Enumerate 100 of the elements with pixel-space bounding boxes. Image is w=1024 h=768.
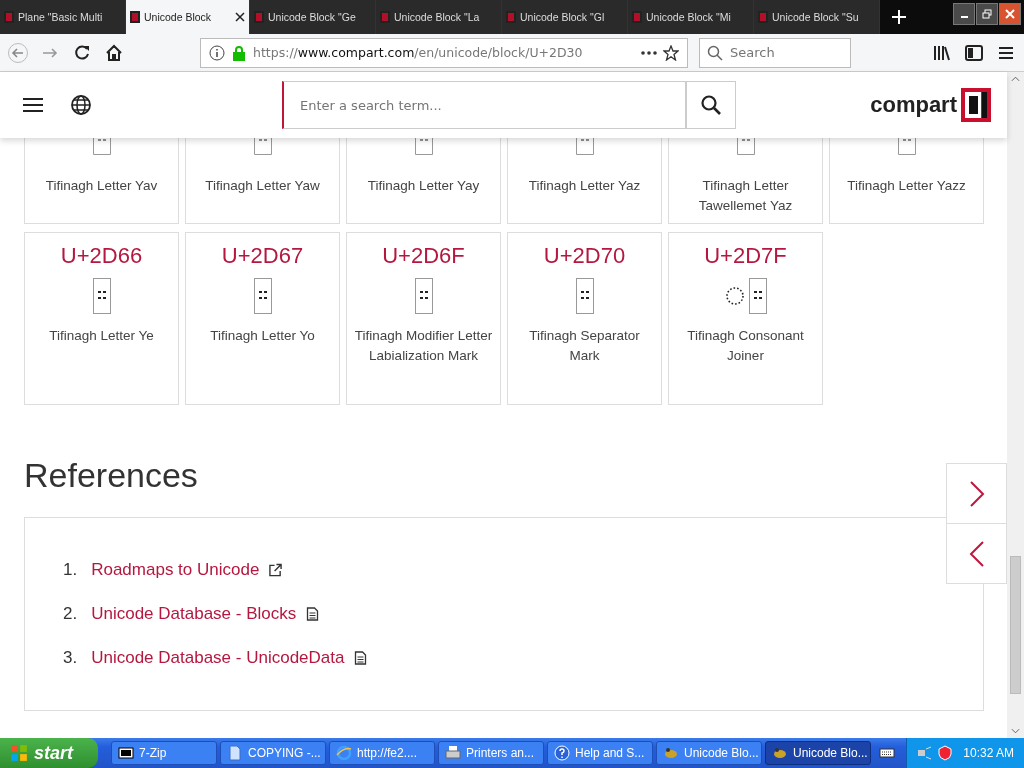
external-link-icon bbox=[269, 563, 283, 577]
document-icon bbox=[306, 607, 320, 621]
browser-tab[interactable]: Unicode Block "Ge bbox=[250, 0, 376, 34]
restore-button[interactable] bbox=[976, 3, 998, 25]
favicon-icon bbox=[130, 11, 140, 23]
character-name: Tifinagh Letter Yav bbox=[44, 177, 159, 195]
character-card[interactable]: Tifinagh Letter Yaw bbox=[185, 138, 340, 224]
character-card[interactable]: Tifinagh Letter Yazz bbox=[829, 138, 984, 224]
missing-glyph-icon bbox=[748, 278, 767, 314]
taskbar-button[interactable]: Unicode Blo... bbox=[656, 741, 762, 765]
favicon-icon bbox=[380, 11, 390, 23]
section-heading: References bbox=[24, 455, 198, 495]
plus-icon[interactable] bbox=[892, 10, 906, 24]
character-card[interactable]: U+2D67 Tifinagh Letter Yo bbox=[185, 232, 340, 405]
favicon-icon bbox=[758, 11, 768, 23]
scroll-thumb[interactable] bbox=[1010, 556, 1021, 694]
code-point: U+2D6F bbox=[382, 243, 465, 269]
character-name: Tifinagh Separator Mark bbox=[528, 327, 641, 365]
sidebar-icon[interactable] bbox=[964, 42, 984, 63]
back-icon[interactable] bbox=[8, 42, 28, 63]
app-icon bbox=[772, 745, 788, 761]
character-card[interactable]: Tifinagh Letter Yaz bbox=[507, 138, 662, 224]
list-number: 2. bbox=[63, 603, 78, 625]
minimize-icon bbox=[960, 16, 968, 18]
missing-glyph-icon bbox=[575, 138, 594, 155]
character-card[interactable]: U+2D7F Tifinagh Consonant Joiner bbox=[668, 232, 823, 405]
taskbar-button[interactable]: Printers an... bbox=[438, 741, 544, 765]
browser-tab[interactable]: Unicode Block "Su bbox=[754, 0, 880, 34]
address-bar[interactable]: https://www.compart.com/en/unicode/block/U+2D30 bbox=[200, 37, 688, 68]
info-icon[interactable] bbox=[209, 44, 225, 61]
reference-link[interactable]: Unicode Database - Blocks bbox=[91, 602, 297, 626]
close-icon bbox=[1005, 9, 1015, 19]
browser-tab[interactable]: Unicode Block "La bbox=[376, 0, 502, 34]
missing-glyph-icon bbox=[253, 278, 272, 314]
chevron-right-icon bbox=[968, 479, 985, 508]
search-button[interactable] bbox=[686, 81, 736, 129]
list-number: 1. bbox=[63, 559, 78, 581]
search-icon bbox=[701, 95, 721, 115]
printer-icon bbox=[445, 745, 461, 761]
character-name: Tifinagh Modifier Letter Labialization Mark bbox=[353, 327, 494, 365]
browser-tab[interactable]: Plane "Basic Multi bbox=[0, 0, 126, 34]
logo-icon[interactable] bbox=[961, 88, 991, 122]
browser-tab[interactable]: Unicode Block bbox=[126, 0, 250, 34]
character-name: Tifinagh Letter Tawellemet Yaz bbox=[697, 177, 794, 215]
taskbar-button[interactable]: http://fe2.... bbox=[329, 741, 435, 765]
scrollbar[interactable] bbox=[1007, 72, 1024, 738]
missing-glyph-icon bbox=[92, 138, 111, 155]
character-card[interactable]: Tifinagh Letter Yay bbox=[346, 138, 501, 224]
character-name: Tifinagh Letter Yaw bbox=[204, 177, 321, 195]
minimize-button[interactable] bbox=[953, 3, 975, 25]
character-card[interactable]: U+2D70 Tifinagh Separator Mark bbox=[507, 232, 662, 405]
scroll-down-icon[interactable] bbox=[1011, 728, 1020, 734]
character-name: Tifinagh Letter Yaz bbox=[527, 177, 642, 195]
dotted-circle-icon bbox=[724, 286, 745, 306]
star-icon[interactable] bbox=[663, 44, 679, 61]
logo-text[interactable]: compart bbox=[870, 92, 957, 118]
character-name: Tifinagh Letter Yazz bbox=[846, 177, 967, 195]
url-text: https://www.compart.com/en/unicode/block/U+2D30 bbox=[253, 45, 584, 60]
search-field[interactable]: Search bbox=[699, 37, 851, 68]
scroll-up-icon[interactable] bbox=[1011, 76, 1020, 82]
character-card[interactable]: Tifinagh Letter Tawellemet Yaz bbox=[668, 138, 823, 224]
keyboard-icon[interactable] bbox=[879, 747, 896, 759]
missing-glyph-icon bbox=[736, 138, 755, 155]
more-icon[interactable] bbox=[641, 50, 657, 55]
browser-tab[interactable]: Unicode Block "Gl bbox=[502, 0, 628, 34]
taskbar-button[interactable]: Help and S... bbox=[547, 741, 653, 765]
character-name: Tifinagh Letter Yo bbox=[209, 327, 316, 345]
document-icon bbox=[227, 745, 243, 761]
character-card[interactable]: U+2D66 Tifinagh Letter Ye bbox=[24, 232, 179, 405]
taskbar-button[interactable]: 7-Zip bbox=[111, 741, 217, 765]
globe-icon[interactable] bbox=[70, 94, 92, 116]
missing-glyph-icon bbox=[253, 138, 272, 155]
character-name: Tifinagh Letter Yay bbox=[366, 177, 481, 195]
clock: 10:32 AM bbox=[963, 746, 1014, 760]
windows-flag-icon bbox=[10, 744, 28, 762]
app-icon bbox=[663, 745, 679, 761]
code-point: U+2D66 bbox=[60, 243, 143, 269]
close-icon[interactable] bbox=[235, 12, 245, 22]
help-icon bbox=[554, 745, 570, 761]
missing-glyph-icon bbox=[897, 138, 916, 155]
browser-tab[interactable]: Unicode Block "Mi bbox=[628, 0, 754, 34]
reference-link[interactable]: Unicode Database - UnicodeData bbox=[91, 646, 345, 670]
close-button[interactable] bbox=[999, 3, 1021, 25]
code-point: U+2D7F bbox=[704, 243, 787, 269]
taskbar-button[interactable]: COPYING -... bbox=[220, 741, 326, 765]
archive-icon bbox=[118, 745, 134, 761]
home-icon[interactable] bbox=[104, 42, 124, 63]
taskbar-button[interactable]: Unicode Blo... bbox=[765, 741, 871, 765]
reference-link[interactable]: Roadmaps to Unicode bbox=[91, 558, 260, 582]
list-number: 3. bbox=[63, 647, 78, 669]
character-name: Tifinagh Letter Ye bbox=[48, 327, 155, 345]
missing-glyph-icon bbox=[414, 138, 433, 155]
security-icon[interactable] bbox=[937, 745, 954, 761]
character-card[interactable]: Tifinagh Letter Yav bbox=[24, 138, 179, 224]
missing-glyph-icon bbox=[575, 278, 594, 314]
character-card[interactable]: U+2D6F Tifinagh Modifier Letter Labialization Mark bbox=[346, 232, 501, 405]
site-search-field[interactable]: Enter a search term... bbox=[282, 81, 686, 129]
favicon-icon bbox=[254, 11, 264, 23]
lock-icon bbox=[231, 44, 247, 61]
document-icon bbox=[354, 651, 368, 665]
